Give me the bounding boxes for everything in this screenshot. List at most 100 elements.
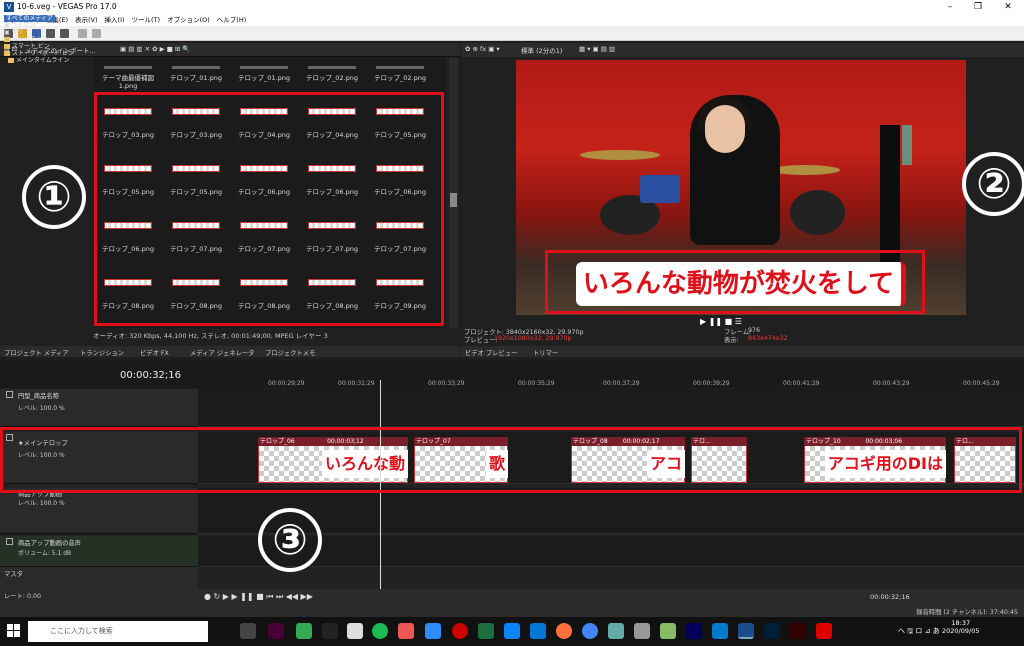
preview-tool-icons[interactable]: ✿ ⊕ fx ▣ ▾ <box>465 45 500 53</box>
timeline-timecode: 00:00:32;16 <box>120 370 182 381</box>
app-icon[interactable] <box>322 623 338 639</box>
media-item[interactable]: テロップ_01.png <box>234 66 294 82</box>
track-menu-icon[interactable] <box>6 391 13 398</box>
tab-transitions[interactable]: トランジション <box>80 348 124 357</box>
master-label: マスタ <box>4 571 23 578</box>
tree-item[interactable]: ▣ ライブ列 <box>4 22 90 29</box>
tree-item[interactable]: スマート ビン <box>4 43 90 50</box>
drum <box>790 190 845 235</box>
performer-face <box>705 105 745 153</box>
tree-item[interactable]: ▣ タグ <box>4 29 90 36</box>
chrome-icon[interactable] <box>582 623 598 639</box>
tree-item[interactable]: ストーリーボード ビン <box>4 50 90 57</box>
vegas-app-icon: V <box>4 2 14 12</box>
ruler-tick: 00:00:39;29 <box>693 380 730 387</box>
minimize-button[interactable]: – <box>936 0 964 14</box>
ruler-tick: 00:00:37;29 <box>603 380 640 387</box>
tab-video-preview[interactable]: ビデオ プレビュー <box>465 348 517 357</box>
edge-icon[interactable] <box>504 623 520 639</box>
store-icon[interactable] <box>530 623 546 639</box>
record-icon[interactable] <box>452 623 468 639</box>
dreamweaver-icon[interactable] <box>268 623 284 639</box>
explorer-icon[interactable] <box>660 623 676 639</box>
track-lane[interactable] <box>198 389 1024 427</box>
annotation-circle-3: ③ <box>258 508 322 572</box>
preview-transport-controls[interactable]: ▶ ❚❚ ■ ☰ <box>700 317 742 326</box>
media-item[interactable]: テロップ_02.png <box>370 66 430 82</box>
highlight-box-media <box>94 92 444 326</box>
task-view-icon[interactable] <box>240 623 256 639</box>
preview-quality-select[interactable]: 標準 (2分の1) <box>521 45 562 55</box>
highlight-box-timeline <box>0 427 1022 493</box>
menu-tools[interactable]: ツール(T) <box>132 14 161 26</box>
media-scrollbar[interactable] <box>449 58 458 328</box>
tab-project-media[interactable]: プロジェクト メディア <box>4 348 69 357</box>
spotify-icon[interactable] <box>372 623 388 639</box>
scrollbar-thumb[interactable] <box>450 193 457 207</box>
media-tool-icons[interactable]: ▣ ▤ ▥ ✕ ✿ ▶ ■ ⊞ 🔍 <box>120 45 191 53</box>
media-item[interactable]: テロップ_01.png <box>166 66 226 82</box>
close-button[interactable]: ✕ <box>994 0 1022 14</box>
redo-icon[interactable] <box>92 29 101 38</box>
after-effects-icon[interactable] <box>686 623 702 639</box>
tree-item[interactable]: すべてのメディア <box>4 15 90 22</box>
tree-item[interactable]: メインタイムライン <box>4 57 90 64</box>
guitar-headstock <box>902 125 912 165</box>
capcut-icon[interactable] <box>347 623 363 639</box>
track-lane[interactable] <box>198 488 1024 534</box>
track-header[interactable]: 円型_商品名称 レベル: 100.0 % <box>0 389 198 427</box>
app-icon[interactable] <box>608 623 624 639</box>
photoshop-icon[interactable] <box>764 623 780 639</box>
tree-item[interactable]: メディア ビン <box>4 36 90 43</box>
highlight-box-preview <box>545 250 925 314</box>
menu-help[interactable]: ヘルプ(H) <box>217 14 246 26</box>
track-header[interactable]: 商品アップ動画 レベル: 100.0 % <box>0 488 198 534</box>
transport-controls[interactable]: ● ↻ ▶ ▶ ❚❚ ■ ⏮ ⏭ ◀◀ ▶▶ <box>204 592 313 602</box>
media-audio-status: オーディオ: 320 Kbps, 44,100 Hz, ステレオ, 00:01:… <box>93 332 328 340</box>
tab-trimmer[interactable]: トリマー <box>533 348 558 357</box>
vegas-taskbar-icon[interactable] <box>738 623 754 639</box>
media-item[interactable]: テロップ_02.png <box>302 66 362 82</box>
master-bus: マスタ レート: 0.00 <box>0 567 198 605</box>
menu-bar: ファイル(F) 編集(E) 表示(V) 挿入(I) ツール(T) オプション(O… <box>0 14 1024 26</box>
track-header[interactable]: 商品アップ動画の音声 ボリューム: 5.1 dB <box>0 536 198 567</box>
cymbal <box>770 165 840 175</box>
illustrator-icon[interactable] <box>790 623 806 639</box>
annotation-circle-2: ② <box>962 152 1024 216</box>
acrobat-icon[interactable] <box>816 623 832 639</box>
frame-value: 976 <box>748 327 761 334</box>
preview-more-icons[interactable]: ▦ ▾ ▣ ▤ ▥ <box>579 45 615 53</box>
windows-start-icon[interactable] <box>7 624 21 638</box>
ruler-tick: 00:00:45;29 <box>963 380 1000 387</box>
slack-icon[interactable] <box>296 623 312 639</box>
maximize-button[interactable]: ❐ <box>964 0 992 14</box>
ruler-tick: 00:00:35;29 <box>518 380 555 387</box>
taskbar-search[interactable]: ここに入力して検索 <box>28 621 208 642</box>
ruler-tick: 00:00:29;29 <box>268 380 305 387</box>
firefox-icon[interactable] <box>556 623 572 639</box>
taskbar-clock[interactable]: 18:37 2020/09/05 <box>942 619 979 635</box>
display-label: 表示: <box>724 337 739 344</box>
track-level: レベル: 100.0 % <box>18 405 65 412</box>
media-item[interactable]: テーマ曲最優補図1.png <box>98 66 158 90</box>
app-icon[interactable] <box>398 623 414 639</box>
zoom-icon[interactable] <box>425 623 441 639</box>
track-level: ボリューム: 5.1 dB <box>18 550 72 557</box>
preview-res-value: 1920x1080x32, 29.970p <box>494 335 572 342</box>
track-menu-icon[interactable] <box>6 538 13 545</box>
status-bar: 録音時間 (2 チャンネル): 37:40:45 <box>0 605 1024 617</box>
excel-icon[interactable] <box>478 623 494 639</box>
ruler-tick: 00:00:43;29 <box>873 380 910 387</box>
menu-options[interactable]: オプション(O) <box>167 14 210 26</box>
tab-media-generators[interactable]: メディア ジェネレータ <box>190 348 255 357</box>
menu-insert[interactable]: 挿入(I) <box>105 14 125 26</box>
app-icon[interactable] <box>634 623 650 639</box>
clock-time: 18:37 <box>951 619 971 627</box>
tab-video-fx[interactable]: ビデオ FX <box>140 348 169 357</box>
preview-tabs: ビデオ プレビュー トリマー <box>461 346 1024 357</box>
ruler-tick: 00:00:41;29 <box>783 380 820 387</box>
main-toolbar <box>0 26 1024 41</box>
tab-project-notes[interactable]: プロジェクトメモ <box>265 348 315 357</box>
vscode-icon[interactable] <box>712 623 728 639</box>
system-tray[interactable]: へ 🖫 ロ ⊿ あ <box>898 626 940 638</box>
